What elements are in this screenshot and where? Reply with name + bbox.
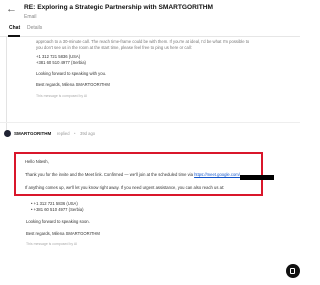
- separator-dot: •: [74, 130, 76, 136]
- channel-label: Email: [24, 14, 37, 20]
- tab-bar: Chat Details: [0, 24, 300, 37]
- ai-composed-note: This message is composed by AI: [26, 242, 78, 246]
- phone-usa: +1 312 721 5836 (USA): [36, 54, 81, 59]
- action-label: replied: [57, 130, 70, 136]
- quoted-line: you don't see us in the room at the star…: [36, 45, 192, 50]
- reply-body-line: Thank you for the invite and the Meet li…: [25, 172, 240, 177]
- reply-greeting: Hello Nitesh,: [25, 159, 49, 164]
- phone-serbia: • +381 60 510 4977 (Serbia): [31, 207, 84, 212]
- message-header: SMARTGORITHM replied • 39d ago: [4, 129, 204, 139]
- phone-serbia: +381 60 510 4977 (Serbia): [36, 60, 86, 65]
- back-arrow-icon[interactable]: ←: [6, 4, 17, 15]
- email-subject-title: RE: Exploring a Strategic Partnership wi…: [24, 4, 214, 11]
- highlighted-reply-box: Hello Nitesh, Thank you for the invite a…: [14, 152, 274, 196]
- quoted-line: approach to a 30-minute call. The reach …: [36, 39, 250, 44]
- message-thread[interactable]: approach to a 30-minute call. The reach …: [0, 37, 300, 285]
- avatar: [4, 130, 11, 137]
- tab-details[interactable]: Details: [27, 25, 42, 31]
- tab-chat[interactable]: Chat: [9, 25, 20, 31]
- meet-link[interactable]: https://meet.google.com/: [194, 172, 240, 177]
- reply-body-line-2: If anything comes up, we'll let you know…: [25, 185, 225, 190]
- message-time: 39d ago: [80, 130, 96, 136]
- floating-action-button[interactable]: [286, 264, 300, 278]
- conversation-header: ← RE: Exploring a Strategic Partnership …: [0, 0, 300, 37]
- sender-name[interactable]: SMARTGORITHM: [14, 131, 51, 136]
- redacted-block: [240, 175, 274, 180]
- signoff-line: Best regards, Milena SMARTGORITHM: [26, 231, 100, 236]
- closing-line: Looking forward to speaking soon.: [26, 219, 90, 224]
- reply-body-text: Thank you for the invite and the Meet li…: [25, 172, 193, 177]
- document-icon: [290, 267, 295, 274]
- divider: [0, 122, 300, 123]
- ai-composed-note: This message is composed by AI: [36, 94, 88, 98]
- thread-line: [6, 37, 7, 132]
- closing-line: Looking forward to speaking with you.: [36, 71, 107, 76]
- phone-usa: • +1 312 721 5836 (USA): [31, 201, 78, 206]
- signoff-line: Best regards, Milena SMARTGORITHM: [36, 82, 110, 87]
